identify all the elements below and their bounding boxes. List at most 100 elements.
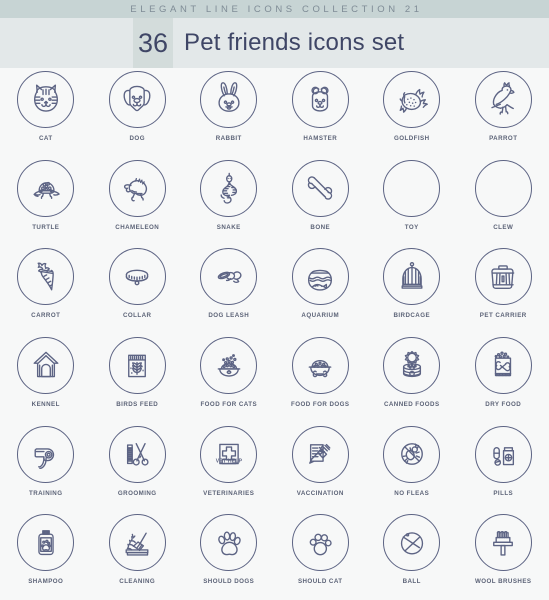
icon-cell-vaccination[interactable]: VACCINATION <box>275 423 367 512</box>
hamster-icon[interactable] <box>291 71 349 128</box>
icon-grid: CAT DOG RABBIT HAMSTER GOLDFISH PARROT T… <box>0 68 549 600</box>
cat-food-bowl-icon[interactable] <box>200 336 258 394</box>
icon-cell-birdcage[interactable]: BIRDCAGE <box>366 245 458 334</box>
icon-cell-wool-brushes[interactable]: WOOL BRUSHES <box>458 511 549 600</box>
icon-cell-food-dogs[interactable]: FOOD FOR DOGS <box>275 334 367 423</box>
icon-label: BIRDS FEED <box>116 400 159 408</box>
icon-cell-parrot[interactable]: PARROT <box>458 68 549 157</box>
icon-cell-rabbit[interactable]: RABBIT <box>183 68 275 157</box>
pet-carrier-icon[interactable] <box>474 248 532 306</box>
birds-feed-icon[interactable] <box>108 336 166 394</box>
icon-label: DRY FOOD <box>485 400 522 408</box>
carrot-icon[interactable] <box>17 248 75 306</box>
icon-cell-hamster[interactable]: HAMSTER <box>275 68 367 157</box>
whistle-icon[interactable] <box>17 425 75 483</box>
dog-leash-icon[interactable] <box>200 248 258 306</box>
icon-label: SNAKE <box>216 223 241 231</box>
page-title: Pet friends icons set <box>184 29 405 56</box>
icon-label: PILLS <box>493 489 514 497</box>
dog-icon[interactable] <box>108 71 166 128</box>
icon-cell-food-cats[interactable]: FOOD FOR CATS <box>183 334 275 423</box>
icon-label: FOOD FOR CATS <box>200 400 258 408</box>
pills-bottle-icon[interactable] <box>474 425 532 483</box>
collection-kicker-text: ELEGANT LINE ICONS COLLECTION 21 <box>130 3 423 15</box>
icon-cell-turtle[interactable]: TURTLE <box>0 157 92 246</box>
icon-label: CHAMELEON <box>115 223 160 231</box>
icon-label: BONE <box>310 223 331 231</box>
icon-cell-aquarium[interactable]: AQUARIUM <box>275 245 367 334</box>
cat-icon[interactable] <box>17 71 75 128</box>
icon-cell-cat[interactable]: CAT <box>0 68 92 157</box>
chameleon-icon[interactable] <box>108 159 166 217</box>
parrot-icon[interactable] <box>474 71 532 128</box>
icon-cell-should-dogs[interactable]: SHOULD DOGS <box>183 511 275 600</box>
snake-icon[interactable] <box>200 159 258 217</box>
turtle-icon[interactable] <box>17 159 75 217</box>
icon-label: PET CARRIER <box>479 312 527 320</box>
icon-cell-birds-feed[interactable]: BIRDS FEED <box>92 334 184 423</box>
yarn-ball-icon[interactable] <box>474 159 532 217</box>
rabbit-icon[interactable] <box>200 71 258 128</box>
icon-cell-grooming[interactable]: GROOMING <box>92 423 184 512</box>
icon-cell-bone[interactable]: BONE <box>275 157 367 246</box>
icon-cell-collar[interactable]: COLLAR <box>92 245 184 334</box>
icon-label: TURTLE <box>32 223 60 231</box>
icon-cell-training[interactable]: TRAINING <box>0 423 92 512</box>
icon-label: KENNEL <box>31 400 60 408</box>
icon-label: VETERINARIES <box>203 489 255 497</box>
broom-dustpan-icon[interactable] <box>108 514 166 572</box>
collection-kicker-band: ELEGANT LINE ICONS COLLECTION 21 <box>0 0 549 18</box>
comb-scissors-icon[interactable] <box>108 425 166 483</box>
icon-label: VACCINATION <box>296 489 344 497</box>
icon-cell-goldfish[interactable]: GOLDFISH <box>366 68 458 157</box>
icon-cell-shampoo[interactable]: SHAMPOO <box>0 511 92 600</box>
wool-brush-icon[interactable] <box>474 514 532 572</box>
dry-food-bag-icon[interactable] <box>474 336 532 394</box>
bone-icon[interactable] <box>291 159 349 217</box>
icon-collection-poster: ELEGANT LINE ICONS COLLECTION 21 36 Pet … <box>0 0 549 600</box>
icon-cell-clew[interactable]: CLEW <box>458 157 549 246</box>
icon-cell-should-cat[interactable]: SHOULD CAT <box>275 511 367 600</box>
icon-label: CAT <box>38 135 53 142</box>
icon-cell-no-fleas[interactable]: NO FLEAS <box>366 423 458 512</box>
icon-cell-snake[interactable]: SNAKE <box>183 157 275 246</box>
kennel-icon[interactable] <box>17 336 75 394</box>
title-row: 36 Pet friends icons set <box>133 18 404 68</box>
birdcage-icon[interactable] <box>383 248 441 306</box>
icon-cell-dog[interactable]: DOG <box>92 68 184 157</box>
aquarium-icon[interactable] <box>291 248 349 306</box>
icon-cell-ball[interactable]: BALL <box>366 511 458 600</box>
icon-label: DOG <box>129 135 145 142</box>
no-fleas-icon[interactable] <box>383 425 441 483</box>
icon-label: SHAMPOO <box>28 578 64 586</box>
icon-label: NO FLEAS <box>394 489 430 497</box>
icon-cell-chameleon[interactable]: CHAMELEON <box>92 157 184 246</box>
icon-cell-veterinaries[interactable]: VET HELP VETERINARIES <box>183 423 275 512</box>
collar-icon[interactable] <box>108 248 166 306</box>
icon-cell-cleaning[interactable]: CLEANING <box>92 511 184 600</box>
icon-cell-dry-food[interactable]: DRY FOOD <box>458 334 549 423</box>
shampoo-bottle-icon[interactable] <box>17 514 75 572</box>
icon-cell-kennel[interactable]: KENNEL <box>0 334 92 423</box>
icon-cell-toy[interactable]: TOY <box>366 157 458 246</box>
icon-cell-dog-leash[interactable]: DOG LEASH <box>183 245 275 334</box>
icon-label: BIRDCAGE <box>393 312 431 320</box>
icon-cell-pet-carrier[interactable]: PET CARRIER <box>458 245 549 334</box>
icon-cell-carrot[interactable]: CARROT <box>0 245 92 334</box>
icon-cell-pills[interactable]: PILLS <box>458 423 549 512</box>
vet-help-sign-icon[interactable]: VET HELP <box>200 425 258 483</box>
icon-label: GROOMING <box>117 489 157 497</box>
syringe-checklist-icon[interactable] <box>291 425 349 483</box>
icon-label: DOG LEASH <box>208 312 250 320</box>
dog-food-bowl-icon[interactable] <box>291 336 349 394</box>
cat-paw-print-icon[interactable] <box>291 514 349 572</box>
icon-cell-canned-foods[interactable]: CANNED FOODS <box>366 334 458 423</box>
wind-up-mouse-toy-icon[interactable] <box>383 159 441 217</box>
icon-label: CLEANING <box>119 578 156 586</box>
canned-food-icon[interactable] <box>383 336 441 394</box>
icon-label: WOOL BRUSHES <box>474 578 532 586</box>
icon-label: RABBIT <box>215 135 242 142</box>
dog-paw-print-icon[interactable] <box>200 514 258 572</box>
ball-icon[interactable] <box>383 514 441 572</box>
goldfish-icon[interactable] <box>383 71 441 128</box>
